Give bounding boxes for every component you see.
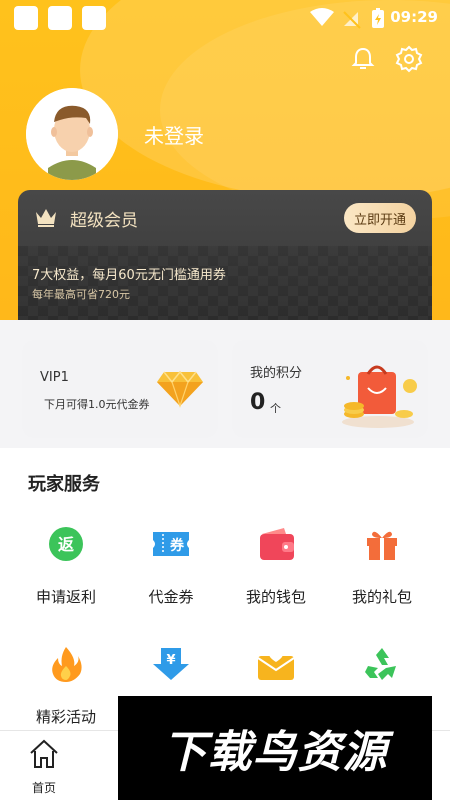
flame-icon [52,647,82,682]
open-vip-button[interactable]: 立即开通 [344,203,416,233]
diamond-icon [157,370,203,408]
service-gift[interactable]: 我的礼包 [334,524,430,607]
gift-icon [367,531,397,560]
voucher-icon: 券 [153,532,189,556]
nav-home[interactable]: 首页 [14,737,74,796]
vip-benefits: 7大权益，每月60元无门槛通用券 [32,268,226,283]
notification-icon [82,6,106,30]
watermark: 下载鸟资源 [118,696,432,800]
status-bar: 09:29 [0,0,450,36]
service-label: 我的礼包 [351,588,412,606]
service-rebate[interactable]: 返 申请返利 [18,524,114,607]
watermark-text: 下载鸟资源 [162,727,388,778]
vip-next-reward: 下月可得1.0元代金券 [44,398,150,411]
service-activities[interactable]: 精彩活动 [18,644,114,727]
svg-text:返: 返 [58,535,74,554]
vip-level-card[interactable]: VIP1 下月可得1.0元代金券 [22,340,218,438]
avatar-image [26,88,118,180]
bell-icon[interactable] [348,44,378,74]
svg-text:券: 券 [170,537,185,554]
service-label: 精彩活动 [35,708,96,726]
points-card[interactable]: 我的积分 0 个 [232,340,428,438]
recycle-icon [365,648,396,680]
services-title: 玩家服务 [28,474,100,495]
service-label: 我的钱包 [245,588,306,606]
points-label: 我的积分 [250,366,303,381]
gear-icon[interactable] [394,44,424,74]
mail-heart-icon [257,651,295,680]
rebate-icon: 返 [49,527,83,561]
avatar[interactable] [26,88,118,180]
points-value: 0 [250,390,266,415]
vip-level: VIP1 [40,370,69,385]
profile-header: 09:29 未登录 超级会员 立即开通 7大权益，每月60元无门槛通用券 每年最… [0,0,450,320]
notification-icon [14,6,38,30]
status-icons [310,8,384,29]
service-voucher[interactable]: 券 代金券 [123,524,219,607]
wifi-icon [310,8,334,26]
login-status[interactable]: 未登录 [144,120,204,149]
points-unit: 个 [270,402,281,415]
vip-savings: 每年最高可省720元 [32,288,130,301]
home-icon [30,739,58,768]
notification-icon [48,6,72,30]
vip-title: 超级会员 [70,211,138,231]
service-label: 代金券 [148,588,194,606]
wallet-icon [260,528,294,560]
service-label: 申请返利 [35,588,96,606]
svg-text:¥: ¥ [166,653,175,668]
status-time: 09:29 [390,8,438,26]
crown-icon [36,209,56,227]
yuan-download-icon: ¥ [153,648,189,680]
nav-home-label: 首页 [31,781,56,795]
shopping-bag-icon [342,365,417,428]
vip-card[interactable]: 超级会员 立即开通 7大权益，每月60元无门槛通用券 每年最高可省720元 [18,190,432,320]
service-wallet[interactable]: 我的钱包 [228,524,324,607]
